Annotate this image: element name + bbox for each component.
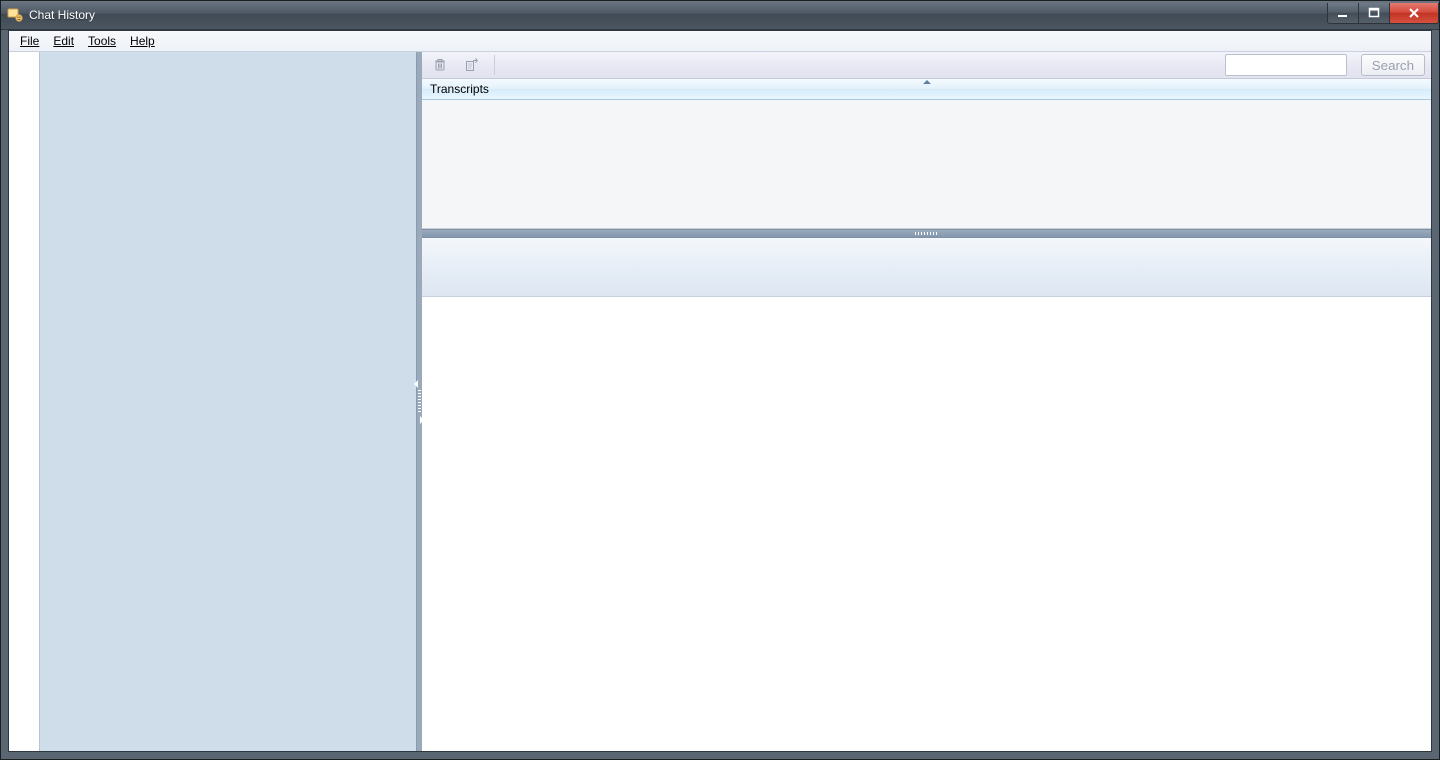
search-input[interactable] [1225,54,1347,76]
splitter-collapse-left-icon [414,380,418,388]
work-area: Search Transcripts [9,52,1431,751]
maximize-button[interactable] [1359,3,1390,24]
export-button[interactable] [460,53,484,77]
delete-button[interactable] [428,53,452,77]
minimize-icon [1337,7,1349,19]
app-icon [7,7,23,23]
app-window: Chat History File Edit Tools Help [0,0,1440,760]
menu-edit[interactable]: Edit [46,31,81,51]
minimize-button[interactable] [1327,3,1359,24]
close-button[interactable] [1390,3,1439,24]
sidebar [9,52,417,751]
menu-tools[interactable]: Tools [81,31,123,51]
right-pane: Search Transcripts [422,52,1431,751]
window-controls [1327,3,1439,23]
search-button[interactable]: Search [1361,54,1425,76]
toolbar: Search [422,52,1431,79]
sort-ascending-icon [923,80,931,84]
transcript-list[interactable] [422,100,1431,229]
trash-icon [432,57,448,73]
close-icon [1407,7,1421,19]
menu-help[interactable]: Help [123,31,162,51]
splitter-collapse-right-icon [420,416,424,424]
column-header-transcripts[interactable]: Transcripts [422,79,1431,100]
detail-header [422,238,1431,297]
menu-help-label: Help [130,34,155,48]
menu-file[interactable]: File [13,31,46,51]
column-header-label: Transcripts [430,82,489,96]
menu-edit-label: Edit [53,34,74,48]
maximize-icon [1368,7,1380,19]
horizontal-splitter[interactable] [422,229,1431,238]
export-icon [464,57,480,73]
window-title: Chat History [29,8,95,22]
menu-tools-label: Tools [88,34,116,48]
toolbar-separator [494,55,495,75]
titlebar[interactable]: Chat History [1,1,1439,30]
menubar: File Edit Tools Help [9,31,1431,52]
menu-file-label: File [20,34,39,48]
client-area: File Edit Tools Help [8,30,1432,752]
search-button-label: Search [1372,58,1414,73]
vertical-splitter[interactable] [417,52,422,751]
detail-body [422,297,1431,751]
